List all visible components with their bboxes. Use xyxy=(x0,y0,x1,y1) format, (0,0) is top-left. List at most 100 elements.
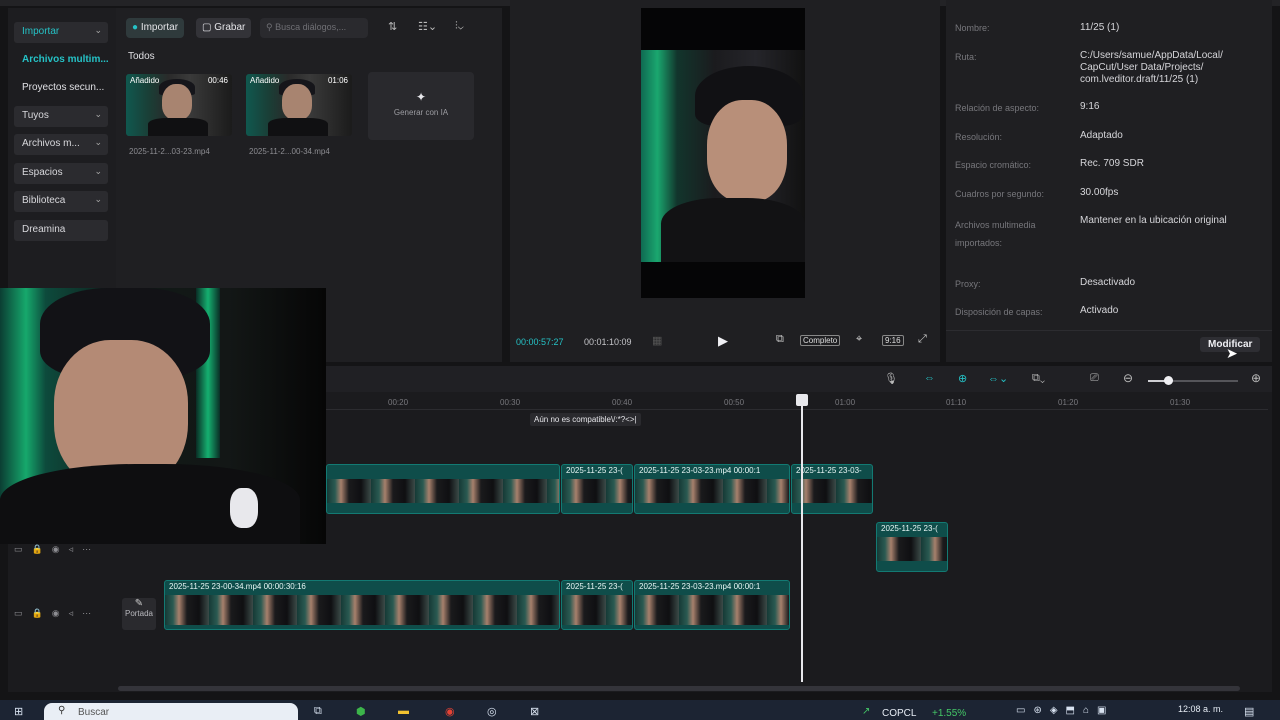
sidebar-item-tuyos[interactable]: Tuyos ⌄ xyxy=(14,106,108,127)
clock[interactable]: 12:08 a. m. xyxy=(1178,704,1223,714)
sidebar-item-espacios[interactable]: Espacios ⌄ xyxy=(14,163,108,184)
timeline-scrollbar[interactable] xyxy=(118,686,1240,691)
property-label: Cuadros por segundo: xyxy=(955,189,1045,199)
sidebar-item-label: Importar xyxy=(22,26,60,37)
zoom-slider[interactable] xyxy=(1148,376,1238,385)
property-label: Resolución: xyxy=(955,132,1003,142)
added-badge: Añadido xyxy=(250,76,280,85)
ruler-tick: 01:30 xyxy=(1170,398,1191,407)
app-icon[interactable]: ⬢ xyxy=(356,705,366,718)
tooltip: Aún no es compatible\/:*?<>| xyxy=(530,413,641,426)
captions-icon[interactable]: ⎚ xyxy=(1090,372,1099,385)
timeline-clip[interactable]: 2025-11-25 23-( xyxy=(561,580,633,630)
play-button[interactable]: ▶ xyxy=(718,333,728,349)
link-clips-icon[interactable]: ⇔ xyxy=(924,372,935,384)
filter-icon[interactable]: ⫶⌄ xyxy=(455,20,464,33)
property-value: Mantener en la ubicación original xyxy=(1080,215,1227,226)
chevron-down-icon: ⌄ xyxy=(94,137,102,147)
record-button[interactable]: ▢ Grabar xyxy=(196,18,252,38)
generate-ai-card[interactable]: ✦ Generar con IA xyxy=(368,72,474,140)
preview-axis-icon[interactable]: ⧉⌄ xyxy=(1032,372,1045,385)
ruler-tick: 00:40 xyxy=(612,398,633,407)
timeline-clip[interactable]: 2025-11-25 23-00-34.mp4 00:00:30:16 xyxy=(164,580,560,630)
import-button[interactable]: ● Importar xyxy=(126,18,185,38)
added-badge: Añadido xyxy=(130,76,160,85)
magnet-icon[interactable]: ⊕ xyxy=(958,372,967,385)
snap-icon[interactable]: ⇔⌄ xyxy=(988,372,1008,385)
property-value: Adaptado xyxy=(1080,130,1123,141)
timeline-clip[interactable]: 2025-11-25 23-03-23.mp4 00:00:1 xyxy=(634,580,790,630)
thumbnail-filename: 2025-11-2...00-34.mp4 xyxy=(249,147,330,156)
folder-icon[interactable]: ▬ xyxy=(398,705,409,717)
property-label: Espacio cromático: xyxy=(955,160,1032,170)
taskbar-search-placeholder: Buscar xyxy=(78,707,110,718)
chevron-down-icon: ⌄ xyxy=(94,194,102,204)
sidebar-item-label: Archivos m... xyxy=(22,138,80,149)
notification-icon[interactable]: ▤ xyxy=(1244,705,1254,718)
view-toggle-icon[interactable]: ☷⌄ xyxy=(418,20,437,33)
microphone-icon[interactable]: 🎙 xyxy=(884,372,898,385)
playhead[interactable] xyxy=(801,396,803,682)
ruler-tick: 00:20 xyxy=(388,398,409,407)
timeline-clip[interactable] xyxy=(326,464,560,514)
playhead-handle[interactable] xyxy=(796,394,808,406)
sidebar-item-biblioteca[interactable]: Biblioteca ⌄ xyxy=(14,191,108,212)
windows-start-icon[interactable]: ⊞ xyxy=(14,705,23,718)
cover-label: Portada xyxy=(124,609,154,618)
cover-button[interactable]: ✎ Portada xyxy=(122,598,156,630)
property-label: Disposición de capas: xyxy=(955,307,1043,317)
plus-circle-icon: ● xyxy=(132,22,139,33)
stock-chart-icon: ↗ xyxy=(862,706,871,717)
generate-ai-label: Generar con IA xyxy=(393,108,449,117)
track-controls[interactable]: ▭🔒◉◃⋯ xyxy=(14,608,100,619)
crop-icon[interactable]: ⧉ xyxy=(776,333,784,346)
timeline-clip[interactable]: 2025-11-25 23-03-23.mp4 00:00:1 xyxy=(634,464,790,514)
aspect-ratio-button[interactable]: 9:16 xyxy=(882,335,904,346)
stock-ticker[interactable]: COPCL xyxy=(882,708,916,719)
zoom-out-icon[interactable]: ⊖ xyxy=(1123,371,1133,385)
sidebar-item-proyectos[interactable]: Proyectos secun... xyxy=(22,82,104,93)
video-preview[interactable] xyxy=(641,8,805,298)
task-view-icon[interactable]: ⧉ xyxy=(314,705,322,718)
browser-icon[interactable]: ◉ xyxy=(445,705,455,718)
property-label: Ruta: xyxy=(955,52,977,62)
sort-icon[interactable]: ⇅ xyxy=(388,20,397,33)
complete-view-button[interactable]: Completo xyxy=(800,335,841,346)
steam-icon[interactable]: ◎ xyxy=(487,705,497,718)
sidebar-item-dreamina[interactable]: Dreamina xyxy=(14,220,108,241)
search-icon: ⚲ xyxy=(58,705,66,716)
chevron-down-icon: ⌄ xyxy=(94,166,102,176)
timeline-clip[interactable]: 2025-11-25 23-( xyxy=(561,464,633,514)
property-label: Archivos multimedia importados: xyxy=(955,220,1036,248)
zoom-in-icon[interactable]: ⊕ xyxy=(1251,371,1261,385)
current-timecode: 00:00:57:27 xyxy=(516,337,564,347)
timeline-clip[interactable]: 2025-11-25 23-( xyxy=(876,522,948,572)
sidebar-item-importar[interactable]: Importar ⌄ xyxy=(14,22,108,43)
system-tray-icons[interactable]: ▭⊛◈⬒⌂▣ xyxy=(1016,705,1114,716)
media-thumbnail[interactable]: Añadido 01:06 xyxy=(246,74,352,136)
snapshot-icon[interactable]: ⌖ xyxy=(856,333,862,346)
zoom-slider-handle[interactable] xyxy=(1164,376,1173,385)
duration-label: 01:06 xyxy=(327,76,348,85)
stock-change: +1.55% xyxy=(932,708,967,719)
track-controls[interactable]: ▭🔒◉◃⋯ xyxy=(14,544,100,555)
thumbnail-filename: 2025-11-2...03-23.mp4 xyxy=(129,147,210,156)
media-thumbnail[interactable]: Añadido 00:46 xyxy=(126,74,232,136)
filter-all-label[interactable]: Todos xyxy=(128,51,155,62)
mouse-cursor-icon: ➤ xyxy=(1226,345,1238,361)
search-input[interactable]: ⚲ Busca diálogos,... xyxy=(260,18,368,38)
property-value: Rec. 709 SDR xyxy=(1080,158,1144,169)
timeline-clip[interactable]: 2025-11-25 23-03- xyxy=(791,464,873,514)
total-timecode: 00:01:10:09 xyxy=(584,337,632,347)
sidebar-item-archivos-m[interactable]: Archivos m... ⌄ xyxy=(14,134,108,155)
sidebar-item-label: Tuyos xyxy=(22,110,49,121)
property-value: 30.00fps xyxy=(1080,187,1119,198)
taskbar-search[interactable]: ⚲ Buscar xyxy=(44,703,298,720)
ruler-tick: 01:10 xyxy=(946,398,967,407)
sidebar-item-archivos-multimedia[interactable]: Archivos multim... xyxy=(22,54,109,65)
ruler-tick: 01:00 xyxy=(835,398,856,407)
fullscreen-icon[interactable]: ⤢ xyxy=(918,333,927,346)
capcut-icon[interactable]: ⊠ xyxy=(530,705,539,718)
timeline-mode-icon[interactable]: ▦ xyxy=(652,334,662,347)
person-face xyxy=(707,100,787,202)
